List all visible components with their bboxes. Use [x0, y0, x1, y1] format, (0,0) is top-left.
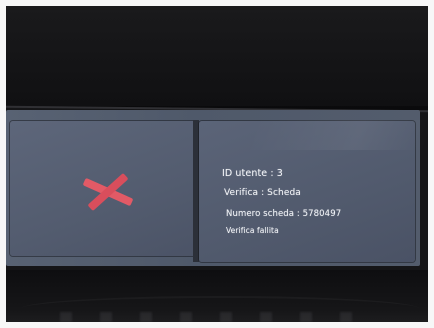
user-id-text: ID utente : 3	[222, 168, 283, 179]
keypad-reflection	[60, 312, 380, 322]
photo-scene: ID utente : 3 Verifica : Scheda Numero s…	[0, 0, 434, 328]
device-housing-top	[0, 6, 434, 106]
verification-result-text: Verifica fallita	[226, 226, 279, 235]
card-number-text: Numero scheda : 5780497	[226, 209, 342, 219]
verification-method-text: Verifica : Scheda	[224, 188, 301, 198]
x-mark-icon	[83, 173, 133, 211]
